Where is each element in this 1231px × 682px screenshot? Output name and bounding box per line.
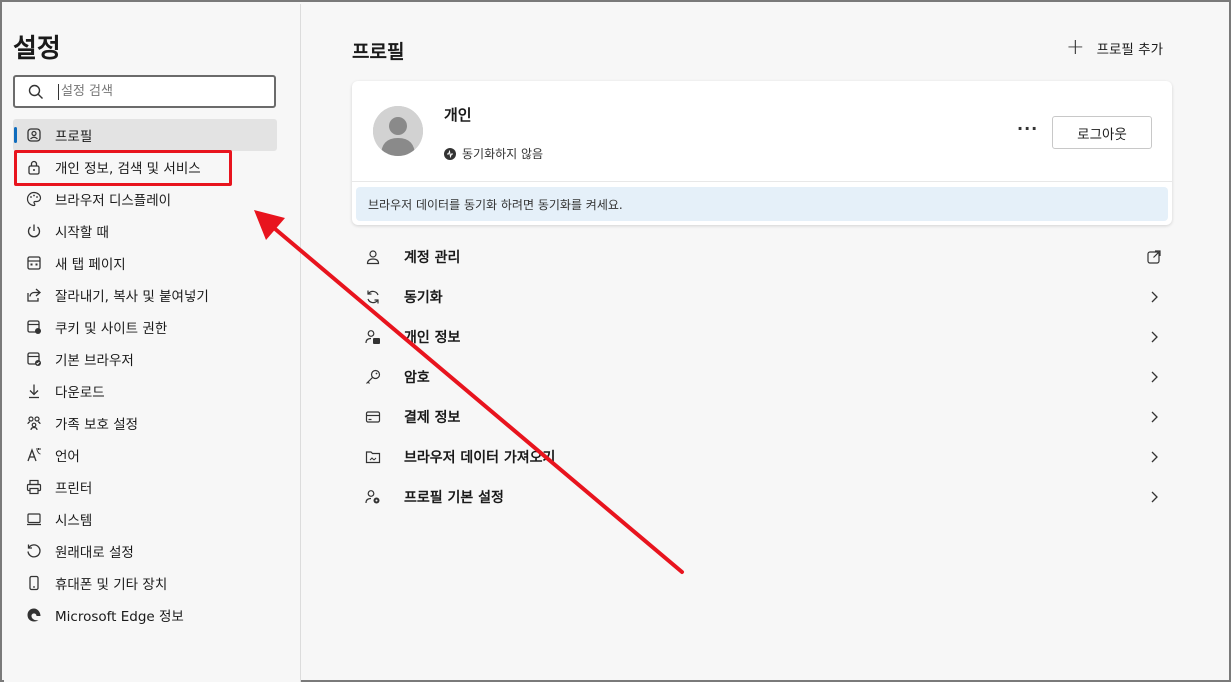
chevron-right-icon (1151, 411, 1158, 423)
sidebar-item-new-tab[interactable]: 새 탭 페이지 (13, 247, 277, 279)
sidebar-item-label: 새 탭 페이지 (55, 257, 126, 273)
divider (352, 181, 1172, 182)
sync-banner: 브라우저 데이터를 동기화 하려면 동기화를 켜세요. (356, 187, 1168, 221)
sidebar-item-label: 언어 (55, 449, 80, 465)
sidebar-item-label: 프린터 (55, 481, 93, 497)
sidebar-item-about[interactable]: Microsoft Edge 정보 (13, 599, 277, 631)
reset-icon (25, 542, 43, 560)
sidebar-item-label: 원래대로 설정 (55, 545, 134, 561)
menu-item-passwords[interactable]: 암호 (352, 357, 1172, 397)
sidebar-item-label: 개인 정보, 검색 및 서비스 (55, 161, 201, 177)
menu-item-payment[interactable]: 결제 정보 (352, 397, 1172, 437)
menu-item-profile-preferences[interactable]: 프로필 기본 설정 (352, 477, 1172, 517)
sidebar-item-label: 쿠키 및 사이트 권한 (55, 321, 168, 337)
menu-item-sync[interactable]: 동기화 (352, 277, 1172, 317)
sidebar-nav: 프로필 개인 정보, 검색 및 서비스 브라우저 디스플레이 시작할 때 새 탭… (13, 119, 277, 631)
sidebar-item-reset[interactable]: 원래대로 설정 (13, 535, 277, 567)
menu-item-label: 브라우저 데이터 가져오기 (404, 450, 556, 466)
sidebar-item-clipboard[interactable]: 잘라내기, 복사 및 붙여넣기 (13, 279, 277, 311)
sidebar-item-label: 프로필 (55, 129, 93, 145)
sidebar-item-family[interactable]: 가족 보호 설정 (13, 407, 277, 439)
sidebar-item-startup[interactable]: 시작할 때 (13, 215, 277, 247)
chevron-right-icon (1151, 491, 1158, 503)
sidebar-item-cookies[interactable]: 쿠키 및 사이트 권한 (13, 311, 277, 343)
sidebar: 설정 프로필 개인 정보, 검색 및 서비스 브라우저 디스플레이 시작할 때 (4, 4, 301, 682)
power-icon (25, 222, 43, 240)
language-icon (25, 446, 43, 464)
menu-item-manage-account[interactable]: 계정 관리 (352, 237, 1172, 277)
key-icon (364, 368, 382, 386)
palette-icon (25, 190, 43, 208)
sidebar-item-label: 잘라내기, 복사 및 붙여넣기 (55, 289, 209, 305)
search-icon (28, 84, 43, 99)
menu-item-personal-info[interactable]: 개인 정보 (352, 317, 1172, 357)
page-title: 프로필 (352, 41, 405, 63)
sidebar-item-system[interactable]: 시스템 (13, 503, 277, 535)
profile-menu: 계정 관리 동기화 개인 정보 암호 결제 정보 브라우저 데이터 가져오기 프… (352, 237, 1172, 517)
add-profile-label: 프로필 추가 (1096, 42, 1163, 58)
sidebar-item-label: 시스템 (55, 513, 93, 529)
sidebar-item-label: 가족 보호 설정 (55, 417, 139, 433)
phone-icon (25, 574, 43, 592)
sidebar-title: 설정 (13, 34, 61, 64)
chevron-right-icon (1151, 291, 1158, 303)
sync-icon (364, 288, 382, 306)
sidebar-item-printers[interactable]: 프린터 (13, 471, 277, 503)
download-icon (25, 382, 43, 400)
menu-item-label: 암호 (404, 370, 430, 386)
profile-settings-icon (364, 488, 382, 506)
sidebar-item-profile[interactable]: 프로필 (13, 119, 277, 151)
edge-icon (25, 606, 43, 624)
sidebar-item-language[interactable]: 언어 (13, 439, 277, 471)
profile-card: 개인 동기화하지 않음 ··· 로그아웃 브라우저 데이터를 동기화 하려면 동… (352, 81, 1172, 225)
chevron-right-icon (1151, 331, 1158, 343)
account-icon (364, 248, 382, 266)
more-options-button[interactable]: ··· (1017, 119, 1038, 138)
plus-icon: + (1066, 35, 1085, 60)
menu-item-label: 프로필 기본 설정 (404, 490, 504, 506)
sync-off-icon (444, 147, 456, 160)
profile-icon (25, 126, 43, 144)
import-icon (364, 448, 382, 466)
sidebar-item-label: 기본 브라우저 (55, 353, 134, 369)
chevron-right-icon (1151, 371, 1158, 383)
default-browser-icon (25, 350, 43, 368)
external-link-icon (1147, 250, 1161, 264)
card-icon (364, 408, 382, 426)
logout-button[interactable]: 로그아웃 (1052, 116, 1152, 149)
sidebar-item-label: 휴대폰 및 기타 장치 (55, 577, 168, 593)
sidebar-item-downloads[interactable]: 다운로드 (13, 375, 277, 407)
system-icon (25, 510, 43, 528)
menu-item-label: 결제 정보 (404, 410, 461, 426)
sidebar-item-display[interactable]: 브라우저 디스플레이 (13, 183, 277, 215)
menu-item-label: 개인 정보 (404, 330, 461, 346)
site-permissions-icon (25, 318, 43, 336)
add-profile-button[interactable]: + 프로필 추가 (1066, 35, 1163, 60)
printer-icon (25, 478, 43, 496)
search-box[interactable] (13, 75, 276, 108)
menu-item-import-data[interactable]: 브라우저 데이터 가져오기 (352, 437, 1172, 477)
chevron-right-icon (1151, 451, 1158, 463)
menu-item-label: 동기화 (404, 290, 443, 306)
search-input[interactable] (58, 83, 258, 100)
menu-item-label: 계정 관리 (404, 250, 461, 266)
sidebar-item-default-browser[interactable]: 기본 브라우저 (13, 343, 277, 375)
sidebar-item-label: Microsoft Edge 정보 (55, 609, 184, 625)
settings-window: 설정 프로필 개인 정보, 검색 및 서비스 브라우저 디스플레이 시작할 때 (0, 0, 1231, 682)
main-content: 프로필 + 프로필 추가 개인 동기화하지 않음 ··· 로그아웃 브라우저 데… (302, 4, 1231, 682)
profile-name: 개인 (444, 106, 472, 124)
sidebar-item-phone[interactable]: 휴대폰 및 기타 장치 (13, 567, 277, 599)
sync-status: 동기화하지 않음 (444, 145, 543, 162)
sidebar-item-privacy[interactable]: 개인 정보, 검색 및 서비스 (13, 151, 277, 183)
sync-status-label: 동기화하지 않음 (462, 147, 544, 161)
grid-icon (25, 254, 43, 272)
sidebar-item-label: 브라우저 디스플레이 (55, 193, 172, 209)
family-icon (25, 414, 43, 432)
share-icon (25, 286, 43, 304)
lock-icon (25, 158, 43, 176)
avatar (373, 106, 423, 156)
personal-info-icon (364, 328, 382, 346)
sidebar-item-label: 시작할 때 (55, 225, 109, 241)
sidebar-item-label: 다운로드 (55, 385, 105, 401)
